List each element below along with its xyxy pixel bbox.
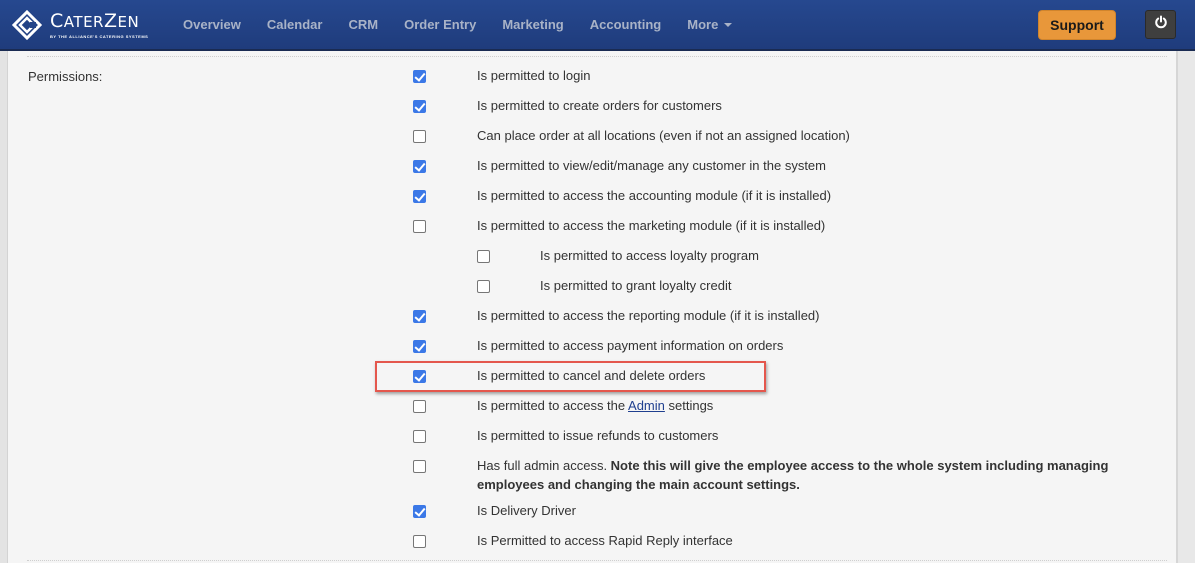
admin-settings-link[interactable]: Admin xyxy=(628,398,665,413)
caterzen-logo[interactable]: CATERZEN BY THE ALLIANCE'S CATERING SYST… xyxy=(11,9,149,41)
permission-checkbox[interactable] xyxy=(413,370,426,383)
permission-label: Is permitted to access the accounting mo… xyxy=(477,188,832,203)
permission-label: Is permitted to access the marketing mod… xyxy=(477,218,826,233)
permission-checkbox[interactable] xyxy=(413,460,426,473)
nav-label: Order Entry xyxy=(404,17,477,32)
permission-checkbox[interactable] xyxy=(413,190,426,203)
permission-label: Is permitted to access the Admin setting… xyxy=(477,396,713,416)
label-text: settings xyxy=(664,398,714,413)
permission-row: Is permitted to issue refunds to custome… xyxy=(9,426,1176,448)
permission-row: Is permitted to access the marketing mod… xyxy=(9,216,1176,238)
permission-checkbox[interactable] xyxy=(477,250,490,263)
nav-accounting[interactable]: Accounting xyxy=(577,17,675,32)
nav-crm[interactable]: CRM xyxy=(335,17,391,32)
permission-label: Is Delivery Driver xyxy=(477,503,576,518)
nav-label: CRM xyxy=(348,17,379,32)
permission-checkbox[interactable] xyxy=(413,430,426,443)
permission-checkbox[interactable] xyxy=(413,505,426,518)
permission-row: Is Delivery Driver xyxy=(9,501,1176,523)
permission-row: Is permitted to cancel and delete orders xyxy=(9,366,1176,388)
permission-checkbox[interactable] xyxy=(477,280,490,293)
nav-label: Overview xyxy=(183,17,241,32)
logout-button[interactable] xyxy=(1145,10,1176,39)
permission-checkbox[interactable] xyxy=(413,220,426,233)
nav-label: Accounting xyxy=(589,17,662,32)
main-nav: Overview Calendar CRM Order Entry Market… xyxy=(170,0,745,49)
permission-row: Has full admin access. Note this will gi… xyxy=(9,456,1176,492)
label-text: Has full admin access. xyxy=(477,458,611,473)
permission-label: Is permitted to access the reporting mod… xyxy=(477,308,820,323)
left-page-border xyxy=(0,51,8,563)
permission-row: Is permitted to access the reporting mod… xyxy=(9,306,1176,328)
top-navbar: CATERZEN BY THE ALLIANCE'S CATERING SYST… xyxy=(0,0,1195,51)
permissions-panel: Permissions: Is permitted to login Is per… xyxy=(9,51,1176,563)
nav-overview[interactable]: Overview xyxy=(170,17,254,32)
brand-name: CATERZEN xyxy=(50,9,140,32)
permission-label: Is permitted to grant loyalty credit xyxy=(540,278,732,293)
permission-row: Is permitted to access the Admin setting… xyxy=(9,396,1176,418)
permission-checkbox[interactable] xyxy=(413,100,426,113)
power-icon xyxy=(1154,15,1168,34)
vertical-scrollbar[interactable] xyxy=(1176,51,1195,563)
permission-row: Can place order at all locations (even i… xyxy=(9,126,1176,148)
permission-row: Is permitted to create orders for custom… xyxy=(9,96,1176,118)
permission-row: Is permitted to access the accounting mo… xyxy=(9,186,1176,208)
permission-label: Is permitted to access payment informati… xyxy=(477,338,784,353)
permission-checkbox[interactable] xyxy=(413,400,426,413)
permission-label: Is Permitted to access Rapid Reply inter… xyxy=(477,533,733,548)
permission-row: Is permitted to access loyalty program xyxy=(9,246,1176,268)
permission-label: Is permitted to cancel and delete orders xyxy=(477,368,706,383)
permission-label: Is permitted to issue refunds to custome… xyxy=(477,428,719,443)
section-divider xyxy=(27,560,1167,561)
logo-diamond-icon xyxy=(11,9,43,41)
nav-label: More xyxy=(687,17,719,32)
permission-label: Has full admin access. Note this will gi… xyxy=(477,456,1117,494)
nav-label: Marketing xyxy=(502,17,564,32)
permission-row: Is Permitted to access Rapid Reply inter… xyxy=(9,531,1176,553)
nav-more-dropdown[interactable]: More xyxy=(674,17,745,32)
permission-checkbox[interactable] xyxy=(413,310,426,323)
permission-checkbox[interactable] xyxy=(413,130,426,143)
nav-label: Calendar xyxy=(266,17,323,32)
permission-label: Is permitted to access loyalty program xyxy=(540,248,759,263)
brand-tagline: BY THE ALLIANCE'S CATERING SYSTEMS xyxy=(50,33,149,39)
caret-down-icon xyxy=(724,23,733,27)
nav-order-entry[interactable]: Order Entry xyxy=(391,17,489,32)
permission-checkbox[interactable] xyxy=(413,70,426,83)
permission-checkbox[interactable] xyxy=(413,340,426,353)
label-text: Is permitted to access the xyxy=(477,398,629,413)
permission-row: Is permitted to view/edit/manage any cus… xyxy=(9,156,1176,178)
permission-label: Is permitted to view/edit/manage any cus… xyxy=(477,158,826,173)
support-button[interactable]: Support xyxy=(1038,10,1116,40)
nav-calendar[interactable]: Calendar xyxy=(254,17,336,32)
permission-label: Is permitted to create orders for custom… xyxy=(477,98,722,113)
permission-label: Can place order at all locations (even i… xyxy=(477,128,850,143)
permission-row: Is permitted to login xyxy=(9,66,1176,88)
section-divider xyxy=(27,56,1167,57)
permission-row: Is permitted to access payment informati… xyxy=(9,336,1176,358)
permission-checkbox[interactable] xyxy=(413,160,426,173)
permission-row: Is permitted to grant loyalty credit xyxy=(9,276,1176,298)
permission-checkbox[interactable] xyxy=(413,535,426,548)
nav-marketing[interactable]: Marketing xyxy=(489,17,576,32)
permission-label: Is permitted to login xyxy=(477,68,591,83)
